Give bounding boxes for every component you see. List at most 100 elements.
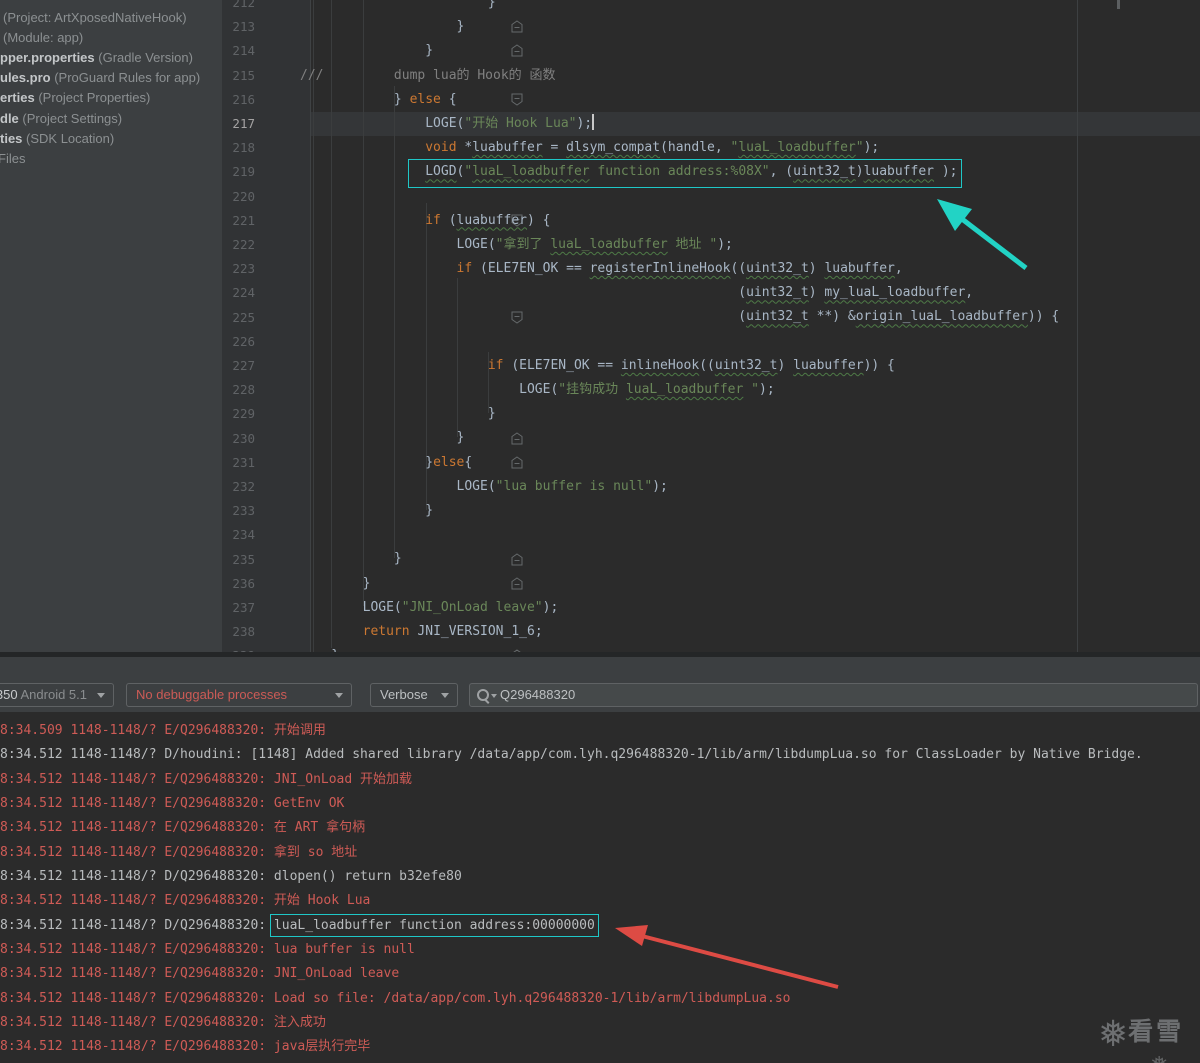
line-number[interactable]: 218 (225, 136, 255, 160)
code-line[interactable]: } else { (300, 88, 1200, 112)
project-tree-panel[interactable]: (Project: ArtXposedNativeHook) (Module: a… (0, 0, 222, 652)
kanxue-watermark: ❅看雪 (1098, 1012, 1184, 1055)
line-number[interactable]: 228 (225, 378, 255, 402)
search-icon (477, 689, 489, 701)
code-line[interactable]: } (300, 572, 1200, 596)
logcat-line: 8:34.512 1148-1148/? E/Q296488320: 注入成功 (0, 1015, 326, 1031)
line-number[interactable]: 217 (225, 112, 255, 136)
line-number[interactable]: 223 (225, 257, 255, 281)
code-editor[interactable]: 212 213 214 215 216 217 218 219 220 221 222 223 224 2… (222, 0, 1200, 652)
logcat-lines: 8:34.509 1148-1148/? E/Q296488320: 开始调用 8… (0, 719, 1200, 1060)
code-line[interactable]: if (ELE7EN_OK == registerInlineHook((uin… (300, 257, 1200, 281)
line-number[interactable]: 236 (225, 572, 255, 596)
code-line[interactable]: (uint32_t) my_luaL_loadbuffer, (300, 281, 1200, 305)
line-number[interactable]: 230 (225, 427, 255, 451)
code-line[interactable]: LOGE("开始 Hook Lua"); (300, 112, 1200, 136)
line-number[interactable]: 224 (225, 281, 255, 305)
line-number[interactable]: 232 (225, 475, 255, 499)
line-number[interactable]: 237 (225, 596, 255, 620)
logcat-line: 8:34.512 1148-1148/? D/Q296488320: dlope… (0, 869, 462, 885)
line-number[interactable]: 225 (225, 306, 255, 330)
code-line[interactable]: LOGE("拿到了 luaL_loadbuffer 地址 "); (300, 233, 1200, 257)
logcat-line: 8:34.512 1148-1148/? E/Q296488320: Load … (0, 990, 791, 1006)
search-input-value: Q296488320 (500, 687, 576, 702)
line-number[interactable]: 219 (225, 160, 255, 184)
line-number[interactable]: 234 (225, 523, 255, 547)
line-number[interactable]: 221 (225, 209, 255, 233)
code-line[interactable]: /// dump lua的 Hook的 函数 (300, 64, 1200, 88)
code-line[interactable]: if (luabuffer) { (300, 209, 1200, 233)
code-line[interactable] (300, 185, 1200, 209)
logcat-console[interactable]: 8:34.509 1148-1148/? E/Q296488320: 开始调用 8… (0, 712, 1200, 1063)
line-number[interactable]: 233 (225, 499, 255, 523)
tree-item[interactable]: erties (Project Properties) (0, 88, 222, 108)
line-number[interactable]: 231 (225, 451, 255, 475)
line-number[interactable]: 216 (225, 88, 255, 112)
device-selector[interactable]: 9350 Android 5.1 (0, 683, 114, 707)
logcat-line: 8:34.512 1148-1148/? E/Q296488320: 在 ART… (0, 820, 366, 836)
line-number[interactable]: 222 (225, 233, 255, 257)
line-number[interactable]: 212 (225, 0, 255, 15)
code-line[interactable] (300, 523, 1200, 547)
tree-item[interactable]: Files (0, 149, 222, 169)
code-line[interactable]: } (300, 0, 1200, 15)
line-number[interactable]: 229 (225, 402, 255, 426)
code-line[interactable]: if (ELE7EN_OK == inlineHook((uint32_t) l… (300, 354, 1200, 378)
code-line[interactable]: return JNI_VERSION_1_6; (300, 620, 1200, 644)
code-line[interactable]: LOGE("挂钩成功 luaL_loadbuffer "); (300, 378, 1200, 402)
log-level-selector[interactable]: Verbose (370, 683, 458, 707)
code-line[interactable]: void *luabuffer = dlsym_compat(handle, "… (300, 136, 1200, 160)
line-number[interactable]: 214 (225, 39, 255, 63)
watermark-text: 看雪 (1128, 1018, 1185, 1046)
logcat-line: 8:34.509 1148-1148/? E/Q296488320: 开始调用 (0, 723, 326, 738)
code-line[interactable]: LOGE("JNI_OnLoad leave"); (300, 596, 1200, 620)
tree-item[interactable]: (Module: app) (3, 28, 222, 48)
chevron-down-icon (441, 693, 449, 698)
code-line[interactable] (300, 330, 1200, 354)
text-cursor (592, 113, 595, 130)
code-annotation-box (408, 159, 962, 188)
device-os: Android 5.1 (17, 687, 88, 702)
logcat-line: 8:34.512 1148-1148/? E/Q296488320: JNI_O… (0, 771, 413, 787)
code-line[interactable]: }else{ (300, 451, 1200, 475)
logcat-line: 8:34.512 1148-1148/? D/Q296488320: luaL_… (0, 913, 599, 937)
line-number[interactable]: 213 (225, 15, 255, 39)
search-options-icon[interactable] (491, 694, 497, 698)
line-number[interactable]: 227 (225, 354, 255, 378)
line-number[interactable]: 238 (225, 620, 255, 644)
code-line[interactable]: LOGE("lua buffer is null"); (300, 475, 1200, 499)
code-line[interactable]: } (300, 547, 1200, 571)
tree-item[interactable]: dle (Project Settings) (0, 109, 222, 129)
logcat-line: 8:34.512 1148-1148/? E/Q296488320: JNI_O… (0, 966, 400, 982)
code-line[interactable]: } (300, 39, 1200, 63)
code-line[interactable]: } (300, 426, 1200, 450)
process-selector-value: No debuggable processes (136, 687, 288, 702)
code-lines: } } }/// dump lua的 Hook的 函数 } else { LOG… (300, 0, 1200, 652)
code-line[interactable]: (uint32_t **) &origin_luaL_loadbuffer)) … (300, 305, 1200, 329)
line-number[interactable]: 220 (225, 185, 255, 209)
line-number[interactable]: 226 (225, 330, 255, 354)
code-line[interactable]: } (300, 644, 1200, 652)
line-number[interactable]: 239 (225, 644, 255, 652)
logcat-line: 8:34.512 1148-1148/? E/Q296488320: 开始 Ho… (0, 893, 371, 909)
tree-item[interactable]: (Project: ArtXposedNativeHook) (3, 8, 222, 28)
code-line[interactable]: } (300, 499, 1200, 523)
logcat-line: 8:34.512 1148-1148/? E/Q296488320: 拿到 so… (0, 844, 358, 860)
search-input[interactable]: Q296488320 (469, 683, 1198, 707)
device-model: 9350 (0, 687, 18, 702)
tree-item[interactable]: pper.properties (Gradle Version) (0, 48, 222, 68)
logcat-line: 8:34.512 1148-1148/? E/Q296488320: GetEn… (0, 796, 345, 812)
log-annotation-box: luaL_loadbuffer function address:0000000… (269, 913, 599, 937)
code-line[interactable]: } (300, 15, 1200, 39)
logcat-line: 8:34.512 1148-1148/? D/houdini: [1148] A… (0, 747, 1143, 763)
chevron-down-icon (97, 693, 105, 698)
code-line[interactable]: } (300, 402, 1200, 426)
line-number[interactable]: 215 (225, 64, 255, 88)
logcat-line: 8:34.512 1148-1148/? E/Q296488320: lua b… (0, 942, 415, 958)
process-selector[interactable]: No debuggable processes (126, 683, 352, 707)
snowflake-icon: ❅ (1150, 1053, 1168, 1063)
tree-item[interactable]: ties (SDK Location) (0, 129, 222, 149)
line-number[interactable]: 235 (225, 548, 255, 572)
logcat-toolbar: 9350 Android 5.1 No debuggable processes… (0, 657, 1200, 712)
tree-item[interactable]: ules.pro (ProGuard Rules for app) (0, 68, 222, 88)
